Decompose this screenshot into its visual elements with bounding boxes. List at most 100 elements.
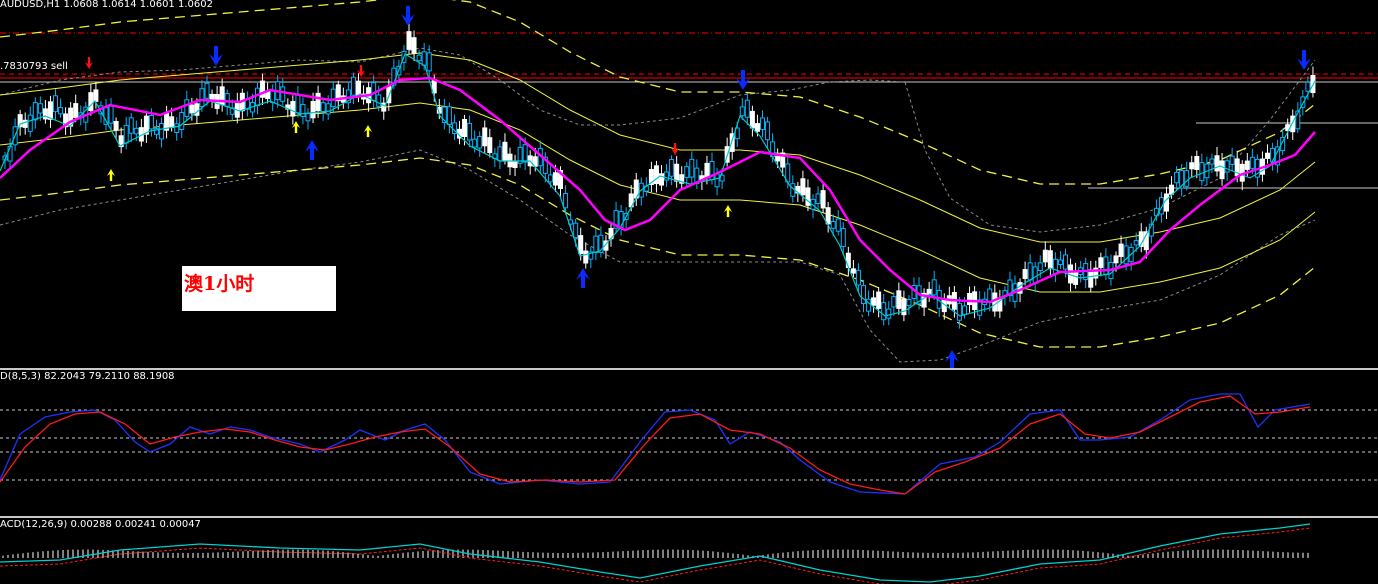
bull-candle <box>467 122 473 141</box>
macd-pane[interactable]: ACD(12,26,9) 0.00288 0.00241 0.00047 <box>0 520 1378 584</box>
bull-candle <box>906 299 912 307</box>
bull-candle <box>1027 262 1033 281</box>
bear-candle <box>653 165 659 185</box>
bull-candle <box>497 146 503 162</box>
bear-candle <box>1047 250 1053 270</box>
bull-candle <box>426 52 432 72</box>
bear-candle <box>754 123 760 132</box>
bull-candle <box>1305 81 1311 92</box>
bear-candle <box>552 172 558 186</box>
bear-candle <box>482 127 488 147</box>
bear-candle <box>876 291 882 309</box>
bull-candle <box>664 171 670 181</box>
bull-candle <box>931 279 937 296</box>
bear-candle <box>411 37 417 54</box>
bull-candle <box>128 117 134 134</box>
bear-candle <box>820 190 826 209</box>
pane-separator[interactable] <box>0 368 1378 370</box>
envelope-mid-line <box>0 102 1316 293</box>
bear-candle <box>315 92 321 112</box>
bollinger-upper-line <box>0 47 1316 233</box>
bear-candle <box>1098 257 1104 268</box>
bull-candle <box>148 115 154 130</box>
bear-candle <box>88 92 94 111</box>
bull-candle <box>280 86 286 102</box>
bear-candle <box>189 104 195 114</box>
bull-candle <box>1229 155 1235 165</box>
bear-candle <box>209 93 215 100</box>
bull-candle <box>108 105 114 124</box>
stochastic-header: D(8,5,3) 82.2043 79.2110 88.1908 <box>0 372 175 382</box>
bull-candle <box>830 220 836 229</box>
bull-candle <box>835 218 841 232</box>
bear-candle <box>967 292 973 305</box>
bull-candle <box>1249 156 1255 169</box>
buy-signal-arrow-icon <box>305 140 319 160</box>
bull-candle <box>446 106 452 125</box>
stochastic-main-line <box>0 393 1311 495</box>
bull-candle <box>815 193 821 204</box>
stochastic-signal-line <box>0 395 1311 495</box>
bull-candle <box>739 106 745 117</box>
sell-signal-arrow-icon <box>209 46 223 66</box>
bear-candle <box>749 110 755 129</box>
bull-candle <box>684 166 690 179</box>
bull-candle <box>123 124 129 144</box>
bull-candle <box>861 285 866 305</box>
bull-candle <box>376 94 382 107</box>
bear-candle <box>1118 243 1124 257</box>
bear-candle <box>487 137 493 154</box>
price-chart-canvas[interactable] <box>0 0 1378 368</box>
bear-candle <box>1244 160 1250 170</box>
bull-candle <box>184 99 190 117</box>
stochastic-pane[interactable]: D(8,5,3) 82.2043 79.2110 88.1908 <box>0 372 1378 516</box>
pane-separator[interactable] <box>0 516 1378 518</box>
bull-candle <box>330 88 336 108</box>
bull-candle <box>325 103 331 115</box>
stochastic-canvas[interactable] <box>0 372 1378 516</box>
bull-candle <box>760 117 765 131</box>
bull-candle <box>416 54 422 62</box>
bull-candle <box>962 305 967 315</box>
bull-candle <box>840 228 846 248</box>
bull-candle <box>1057 259 1063 266</box>
small-sell-arrow-icon <box>85 57 93 69</box>
price-chart-header: AUDUSD,H1 1.0608 1.0614 1.0601 1.0602 <box>0 0 213 10</box>
annotation-box[interactable]: 澳1小时 <box>182 266 336 311</box>
bear-candle <box>113 120 119 131</box>
small-buy-arrow-icon <box>364 125 372 137</box>
bear-candle <box>578 235 584 255</box>
bear-candle <box>512 160 518 169</box>
bear-candle <box>1073 271 1079 285</box>
small-buy-arrow-icon <box>107 169 115 181</box>
bull-candle <box>765 121 771 141</box>
macd-header: ACD(12,26,9) 0.00288 0.00241 0.00047 <box>0 520 201 530</box>
bear-candle <box>462 118 468 137</box>
annotation-text: 澳1小时 <box>184 273 255 295</box>
bull-candle <box>204 82 210 99</box>
bull-candle <box>133 127 139 135</box>
sell-signal-arrow-icon <box>1297 50 1311 70</box>
bull-candle <box>522 144 528 163</box>
bull-candle <box>27 114 33 132</box>
bull-candle <box>855 269 861 286</box>
bear-candle <box>825 207 831 225</box>
buy-signal-arrow-icon <box>576 268 590 288</box>
bull-candle <box>956 302 962 321</box>
bull-candle <box>1032 266 1038 284</box>
sell-signal-arrow-icon <box>401 6 415 26</box>
bear-candle <box>1042 249 1048 263</box>
macd-canvas[interactable] <box>0 520 1378 584</box>
bull-candle <box>37 103 43 114</box>
small-sell-arrow-icon <box>671 143 679 155</box>
bear-candle <box>1022 269 1028 279</box>
bull-candle <box>1133 240 1139 246</box>
bear-candle <box>47 101 53 120</box>
bear-candle <box>583 250 589 264</box>
bear-candle <box>775 155 781 162</box>
bull-candle <box>669 159 675 177</box>
open-order-label[interactable]: .7830793 sell <box>0 61 68 72</box>
price-chart-pane[interactable]: AUDUSD,H1 1.0608 1.0614 1.0601 1.0602 .7… <box>0 0 1378 368</box>
bear-candle <box>850 268 856 274</box>
bull-candle <box>1103 256 1109 275</box>
